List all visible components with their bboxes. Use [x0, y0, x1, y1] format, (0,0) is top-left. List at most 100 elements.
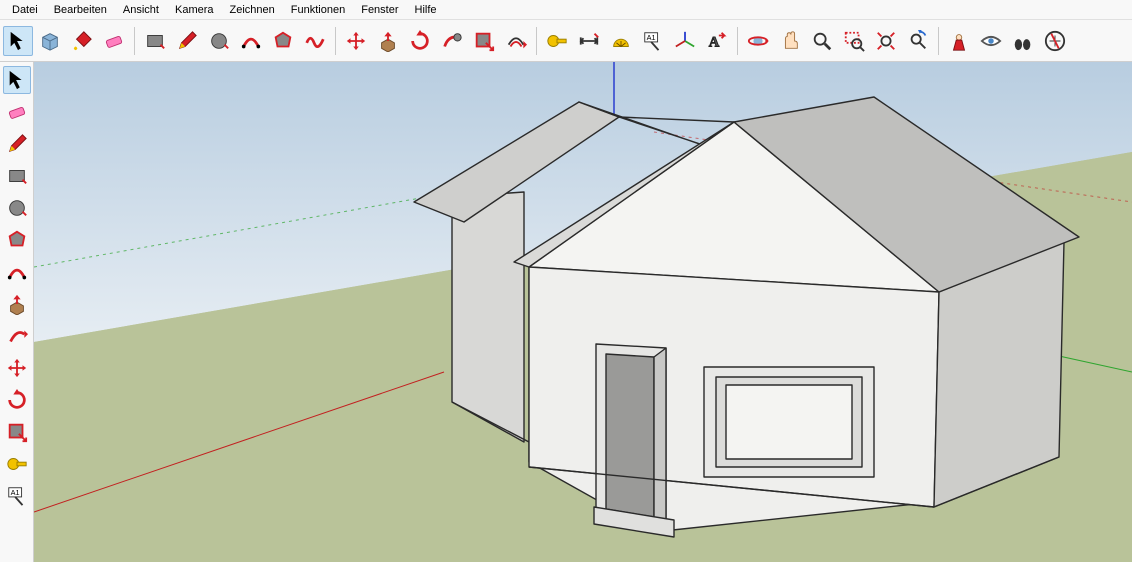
zoomext-icon [875, 30, 897, 52]
tape-measure-tool[interactable] [3, 450, 31, 478]
freehand-icon [304, 30, 326, 52]
rectangle-tool[interactable] [140, 26, 170, 56]
offset-icon [505, 30, 527, 52]
orbit-tool[interactable] [743, 26, 773, 56]
line-tool[interactable] [172, 26, 202, 56]
toolbar-separator [737, 27, 738, 55]
side-toolbar [0, 62, 34, 562]
eraser-tool[interactable] [3, 98, 31, 126]
make-component-tool[interactable] [35, 26, 65, 56]
zoom-icon [811, 30, 833, 52]
zoom-extents-tool[interactable] [871, 26, 901, 56]
bucket-icon [71, 30, 93, 52]
arc-tool[interactable] [3, 258, 31, 286]
arc-icon [240, 30, 262, 52]
menu-datei[interactable]: Datei [4, 2, 46, 18]
pencil-icon [176, 30, 198, 52]
section-plane-tool[interactable] [1040, 26, 1070, 56]
select-tool[interactable] [3, 66, 31, 94]
look-around-tool[interactable] [976, 26, 1006, 56]
select-tool[interactable] [3, 26, 33, 56]
text-tool[interactable] [638, 26, 668, 56]
protractor-tool[interactable] [606, 26, 636, 56]
rotate-tool[interactable] [3, 386, 31, 414]
3d-text-tool[interactable] [702, 26, 732, 56]
circle-tool[interactable] [204, 26, 234, 56]
rectangle-tool[interactable] [3, 162, 31, 190]
axes-tool[interactable] [670, 26, 700, 56]
box3d-icon [39, 30, 61, 52]
polygon-icon [6, 229, 28, 251]
offset-tool[interactable] [501, 26, 531, 56]
circle-icon [208, 30, 230, 52]
zoomwin-icon [843, 30, 865, 52]
scale-icon [6, 421, 28, 443]
pushpull-icon [377, 30, 399, 52]
orbit-icon [747, 30, 769, 52]
pencil-icon [6, 133, 28, 155]
text-tool[interactable] [3, 482, 31, 510]
scale-icon [473, 30, 495, 52]
eraser-tool[interactable] [99, 26, 129, 56]
zoom-tool[interactable] [807, 26, 837, 56]
dimension-tool[interactable] [574, 26, 604, 56]
push-pull-tool[interactable] [373, 26, 403, 56]
textlabel-icon [6, 485, 28, 507]
move-tool[interactable] [341, 26, 371, 56]
polygon-tool[interactable] [3, 226, 31, 254]
walk-icon [1012, 30, 1034, 52]
rotate-tool[interactable] [405, 26, 435, 56]
menu-ansicht[interactable]: Ansicht [115, 2, 167, 18]
textlabel-icon [642, 30, 664, 52]
dimtool-icon [578, 30, 600, 52]
eraser-icon [103, 30, 125, 52]
arrow-icon [6, 69, 28, 91]
scale-tool[interactable] [3, 418, 31, 446]
followme2-icon [6, 325, 28, 347]
toolbar-separator [536, 27, 537, 55]
walk-tool[interactable] [1008, 26, 1038, 56]
tape-icon [6, 453, 28, 475]
menubar: Datei Bearbeiten Ansicht Kamera Zeichnen… [0, 0, 1132, 20]
freehand-tool[interactable] [300, 26, 330, 56]
rotate-icon [6, 389, 28, 411]
pan-tool[interactable] [775, 26, 805, 56]
pushpull-icon [6, 293, 28, 315]
move-tool[interactable] [3, 354, 31, 382]
tape-measure-tool[interactable] [542, 26, 572, 56]
menu-bearbeiten[interactable]: Bearbeiten [46, 2, 115, 18]
paint-bucket-tool[interactable] [67, 26, 97, 56]
zoom-window-tool[interactable] [839, 26, 869, 56]
protractor-icon [610, 30, 632, 52]
follow-me-tool[interactable] [437, 26, 467, 56]
main-toolbar [0, 20, 1132, 62]
arc-tool[interactable] [236, 26, 266, 56]
menu-hilfe[interactable]: Hilfe [407, 2, 445, 18]
circle-tool[interactable] [3, 194, 31, 222]
menu-funktionen[interactable]: Funktionen [283, 2, 353, 18]
rect-icon [144, 30, 166, 52]
scale-tool[interactable] [469, 26, 499, 56]
arc-icon [6, 261, 28, 283]
eye-icon [980, 30, 1002, 52]
circle-icon [6, 197, 28, 219]
followme-icon [441, 30, 463, 52]
toolbar-separator [335, 27, 336, 55]
previous-view-tool[interactable] [903, 26, 933, 56]
text3d-icon [706, 30, 728, 52]
follow-me-tool[interactable] [3, 322, 31, 350]
position-camera-tool[interactable] [944, 26, 974, 56]
toolbar-separator [938, 27, 939, 55]
menu-kamera[interactable]: Kamera [167, 2, 222, 18]
menu-zeichnen[interactable]: Zeichnen [222, 2, 283, 18]
push-pull-tool[interactable] [3, 290, 31, 318]
rect-icon [6, 165, 28, 187]
line-tool[interactable] [3, 130, 31, 158]
polygon-tool[interactable] [268, 26, 298, 56]
toolbar-separator [134, 27, 135, 55]
arrow-icon [7, 30, 29, 52]
section-icon [1044, 30, 1066, 52]
3d-viewport[interactable] [34, 62, 1132, 562]
move-icon [6, 357, 28, 379]
menu-fenster[interactable]: Fenster [353, 2, 406, 18]
